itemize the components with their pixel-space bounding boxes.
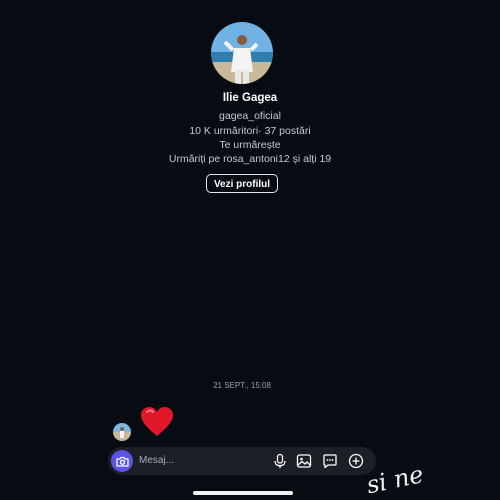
follows-you-label: Te urmărește xyxy=(219,139,281,151)
profile-username: gagea_oficial xyxy=(219,110,281,122)
image-icon[interactable] xyxy=(296,453,312,469)
microphone-icon[interactable] xyxy=(272,453,288,469)
home-indicator[interactable] xyxy=(193,491,293,495)
profile-stats: 10 K urmăritori· 37 postări xyxy=(189,125,311,137)
chat-bubble-icon[interactable] xyxy=(322,453,338,469)
sender-avatar[interactable] xyxy=(113,423,131,441)
message-input[interactable]: Mesaj... xyxy=(139,455,174,466)
heart-message-icon[interactable] xyxy=(140,406,174,443)
plus-circle-icon[interactable] xyxy=(348,453,364,469)
profile-avatar[interactable] xyxy=(211,22,273,84)
camera-button[interactable] xyxy=(111,450,133,472)
message-composer: Mesaj... xyxy=(108,447,376,475)
profile-name: Ilie Gagea xyxy=(222,92,278,104)
camera-icon xyxy=(115,456,129,467)
message-timestamp: 21 SEPT., 15:08 xyxy=(213,381,271,390)
mutual-followers: Urmăriți pe rosa_antoni12 și alți 19 xyxy=(168,153,332,165)
view-profile-button[interactable]: Vezi profilul xyxy=(206,174,278,193)
